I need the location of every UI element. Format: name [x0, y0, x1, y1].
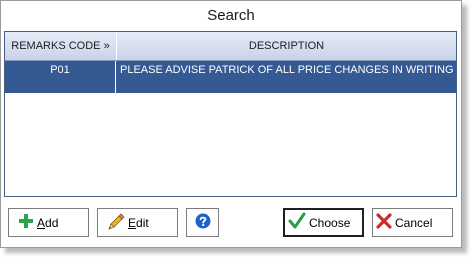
column-header-description[interactable]: DESCRIPTION [117, 32, 456, 60]
cancel-button-label: Cancel [395, 215, 433, 230]
checkmark-icon [288, 212, 306, 233]
edit-button-label: Edit [128, 215, 149, 230]
table-row[interactable]: P01 PLEASE ADVISE PATRICK OF ALL PRICE C… [5, 61, 456, 93]
column-header-remarks-code[interactable]: REMARKS CODE » [5, 32, 117, 60]
cell-description: PLEASE ADVISE PATRICK OF ALL PRICE CHANG… [120, 64, 454, 76]
plus-icon [18, 213, 34, 232]
grid-header: REMARKS CODE » DESCRIPTION [5, 32, 456, 61]
add-button[interactable]: Add [8, 208, 89, 237]
help-icon [195, 213, 211, 232]
help-button[interactable] [186, 208, 219, 237]
dialog-title: Search [207, 7, 255, 24]
search-dialog: Search REMARKS CODE » DESCRIPTION P01 PL… [0, 0, 462, 248]
x-icon [376, 213, 392, 232]
pencil-icon [108, 212, 125, 233]
add-button-label: Add [37, 215, 59, 230]
choose-button[interactable]: Choose [283, 208, 364, 237]
edit-button[interactable]: Edit [97, 208, 178, 237]
cell-remarks-code: P01 [5, 61, 116, 93]
results-grid[interactable]: REMARKS CODE » DESCRIPTION P01 PLEASE AD… [4, 31, 457, 197]
cancel-button[interactable]: Cancel [372, 208, 453, 237]
choose-button-label: Choose [309, 215, 351, 230]
